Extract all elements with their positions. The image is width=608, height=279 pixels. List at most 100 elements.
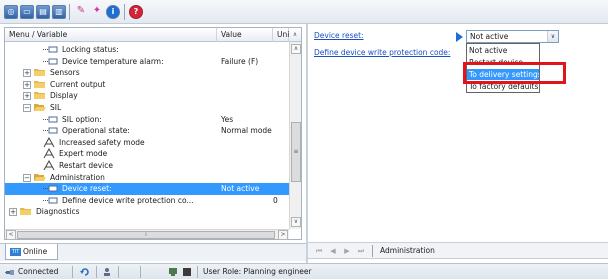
expand-icon[interactable]: +: [23, 69, 31, 78]
scroll-up-icon[interactable]: ∧: [291, 44, 301, 54]
tree-row[interactable]: Device reset: Not active: [5, 183, 289, 195]
scroll-left-icon[interactable]: <: [6, 230, 16, 240]
collapse-icon[interactable]: −: [23, 173, 31, 182]
chevron-down-icon[interactable]: ∨: [547, 31, 558, 42]
tab-online[interactable]: TIT Online: [5, 244, 58, 260]
scroll-right-icon[interactable]: >: [278, 230, 288, 240]
tree-row-label: Locking status:: [62, 45, 119, 54]
expand-icon[interactable]: +: [23, 80, 31, 89]
tab-strip: TIT Online: [0, 243, 306, 261]
nav-location-label: Administration: [380, 246, 435, 255]
tree-row[interactable]: − Administration: [5, 172, 289, 184]
tree-row[interactable]: SIL option: Yes: [5, 114, 289, 126]
expand-icon[interactable]: +: [23, 92, 31, 101]
column-header-menu[interactable]: Menu / Variable: [5, 28, 217, 42]
refresh-icon[interactable]: [80, 267, 90, 277]
folder-icon: [34, 92, 45, 100]
parameter-icon: [43, 46, 58, 53]
network-icon[interactable]: [168, 267, 178, 277]
tab-online-label: Online: [23, 247, 48, 256]
nav-separator: [372, 245, 373, 257]
parameter-icon: [43, 116, 58, 123]
collapse-icon[interactable]: −: [23, 104, 31, 112]
tree-row[interactable]: Device temperature alarm: Failure (F): [5, 56, 289, 68]
tree-row[interactable]: Locking status:: [5, 44, 289, 56]
tree-horizontal-scrollbar[interactable]: < ⁞ >: [5, 229, 289, 240]
scroll-thumb[interactable]: ≡: [291, 122, 301, 182]
user-icon[interactable]: [102, 267, 112, 277]
column-header-value[interactable]: Value: [217, 28, 273, 42]
user-role-label: User Role: Planning engineer: [203, 267, 312, 276]
tree-row[interactable]: Operational state: Normal mode: [5, 125, 289, 137]
expand-icon[interactable]: +: [9, 208, 17, 217]
device-reset-link[interactable]: Device reset:: [314, 31, 364, 40]
status-separator: [72, 266, 73, 278]
device-reset-combobox[interactable]: Not active ∨: [466, 30, 559, 43]
tree-row-label: Restart device: [59, 161, 113, 170]
tree-row-label: Diagnostics: [36, 207, 80, 217]
tree-row-label: SIL: [50, 103, 62, 112]
tree-row[interactable]: − SIL: [5, 102, 289, 114]
parameter-panel: Device reset: Define device write protec…: [308, 24, 608, 263]
tree-row[interactable]: + Display: [5, 90, 289, 102]
tree-row-value: Not active: [221, 184, 260, 194]
toolbar: ◎ ▭ ▤ ▥ ✎ ✦ i ?: [0, 0, 608, 24]
parameter-icon: [43, 58, 58, 65]
nav-forward-icon[interactable]: ▶: [342, 246, 352, 256]
toolbar-separator: [124, 4, 125, 20]
tree-vertical-scrollbar[interactable]: ∧ ≡ ∨: [289, 42, 301, 229]
status-separator: [197, 266, 198, 278]
online-icon[interactable]: ◎: [4, 5, 18, 19]
folder-icon: [34, 80, 45, 88]
folder-icon: [34, 69, 45, 77]
navigation-bar: ⏮ ◀ ▶ ⏭ Administration: [308, 242, 608, 259]
online-tab-icon: TIT: [10, 248, 21, 256]
wizard-icon: [43, 148, 55, 159]
write-protection-link[interactable]: Define device write protection code:: [314, 48, 450, 57]
tree-header: Menu / Variable Value Uni ∧: [5, 28, 301, 42]
window-icon[interactable]: ▭: [20, 5, 34, 19]
nav-first-icon[interactable]: ⏮: [314, 246, 324, 256]
connection-status: Connected: [18, 267, 59, 276]
connected-plug-icon: [5, 270, 14, 275]
folder-open-icon: [34, 104, 46, 111]
info-icon[interactable]: i: [106, 5, 120, 19]
dropdown-option[interactable]: Not active: [467, 45, 539, 56]
wizard-icon: [43, 160, 55, 171]
tree-row[interactable]: Expert mode: [5, 148, 289, 160]
tree-row[interactable]: + Current output: [5, 79, 289, 91]
device-tree-panel: Menu / Variable Value Uni ∧ Locking stat…: [4, 27, 302, 240]
window-list-icon[interactable]: ▥: [52, 5, 66, 19]
scroll-down-icon[interactable]: ∨: [291, 217, 301, 227]
tree-row[interactable]: + Diagnostics: [5, 206, 289, 218]
help-icon[interactable]: ?: [129, 5, 143, 19]
column-header-unit[interactable]: Uni: [273, 28, 289, 42]
tree-row-value: Yes: [221, 114, 234, 124]
folder-icon: [20, 208, 31, 216]
folder-open-icon: [34, 173, 46, 181]
tree-row[interactable]: Increased safety mode: [5, 136, 289, 149]
tree-row-unit: 0: [273, 195, 278, 205]
status-separator: [96, 266, 97, 278]
scroll-up-arrow-icon[interactable]: ∧: [289, 28, 301, 41]
wizard-icon[interactable]: ✎: [74, 5, 88, 19]
nav-back-icon[interactable]: ◀: [328, 246, 338, 256]
tree-row[interactable]: + Sensors: [5, 67, 289, 79]
tree-row-label: Increased safety mode: [59, 137, 145, 147]
tree-row[interactable]: Restart device: [5, 160, 289, 172]
status-bar: Connected User Role: Planning engineer: [0, 263, 608, 279]
tree-row[interactable]: Define device write protection co... 0: [5, 195, 289, 207]
tree-row-value: Failure (F): [221, 56, 259, 66]
hscroll-thumb[interactable]: ⁞: [17, 231, 275, 239]
nav-last-icon[interactable]: ⏭: [356, 246, 366, 256]
window-split-icon[interactable]: ▤: [36, 5, 50, 19]
sparkle-icon[interactable]: ✦: [90, 5, 104, 19]
tree-row-label: SIL option:: [62, 114, 102, 124]
tree-row-label: Display: [50, 91, 78, 101]
tree-row-label: Device reset:: [62, 184, 112, 194]
tree-row-label: Operational state:: [62, 126, 130, 136]
active-parameter-arrow-icon: [456, 32, 463, 42]
tree-row-label: Administration: [50, 172, 105, 182]
stop-icon[interactable]: [182, 267, 192, 277]
tree-body: Locking status: Device temperature alarm:…: [5, 42, 289, 229]
